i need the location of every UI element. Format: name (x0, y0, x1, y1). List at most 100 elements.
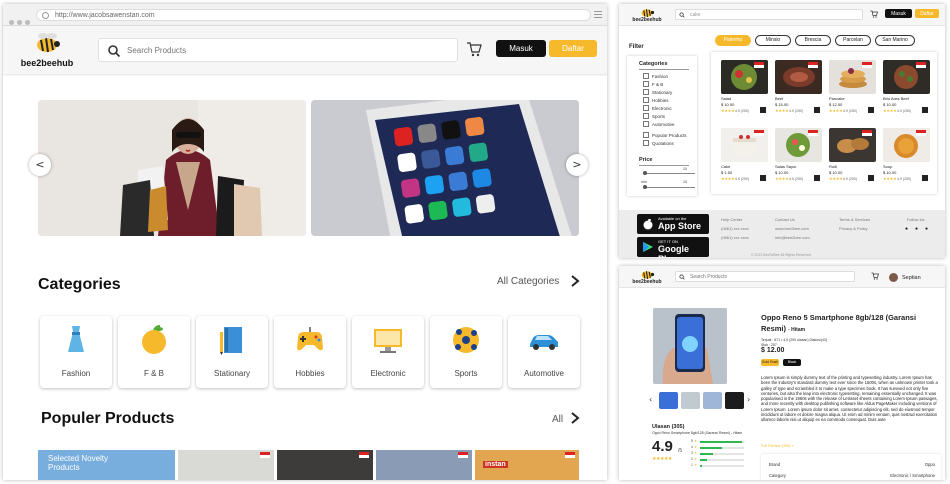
register-button[interactable]: Daftar (915, 9, 939, 18)
rating-bar-track (700, 453, 744, 455)
chevron-right-icon[interactable] (570, 275, 580, 287)
banner-shopping[interactable] (38, 100, 306, 236)
all-categories-link[interactable]: All Categories (497, 276, 559, 287)
logo[interactable]: bee2beehub (627, 268, 667, 287)
price-slider[interactable] (643, 185, 695, 189)
bag-icon[interactable] (814, 175, 820, 181)
banner-smartphone[interactable] (311, 100, 579, 236)
city-chip[interactable]: San Marino (875, 35, 915, 46)
category-card-stationary[interactable]: Stationary (196, 316, 268, 388)
product-card[interactable]: Salas Sayur $ 10.00 ★★★★ 4.9 (250) (775, 128, 822, 190)
category-card-fnb[interactable]: F & B (118, 316, 190, 388)
product-card[interactable]: Rolti $ 10.00 ★★★★ 4.9 (250) (829, 128, 876, 190)
category-checkbox[interactable]: F & B (643, 81, 663, 87)
privacy-link[interactable]: Privacy & Policy (839, 224, 870, 233)
product-card[interactable]: Soup $ 10.00 ★★★★ 4.9 (250) (883, 128, 930, 190)
product-stars: ★★★★ (829, 109, 843, 113)
cart-icon[interactable] (871, 272, 879, 280)
city-chip[interactable]: Brescia (795, 35, 831, 46)
search-bar[interactable] (675, 271, 855, 282)
thumbnail[interactable] (725, 392, 744, 409)
popular-products-checkbox[interactable]: Popular Products (643, 132, 687, 138)
bag-icon[interactable] (760, 175, 766, 181)
carousel-next-button[interactable]: > (566, 154, 588, 176)
terms-link[interactable]: Terms & Services (839, 215, 870, 224)
search-bar[interactable] (675, 9, 863, 20)
app-store-button[interactable]: Available on the App Store (637, 214, 709, 234)
product-tile[interactable] (376, 450, 472, 480)
search-bar[interactable] (98, 38, 458, 62)
product-card[interactable]: Cake $ 1.50 ★★★★ 4.9 (250) (721, 128, 768, 190)
product-tile[interactable] (277, 450, 373, 480)
bag-icon[interactable] (868, 175, 874, 181)
search-input[interactable] (127, 42, 447, 59)
menu-icon[interactable] (594, 11, 602, 18)
price-slider[interactable] (643, 171, 695, 175)
category-card-electronic[interactable]: Electronic (352, 316, 424, 388)
category-checkbox[interactable]: Sports (643, 113, 665, 119)
contact-web[interactable]: www.bee2bee.com (775, 224, 810, 233)
bag-icon[interactable] (922, 175, 928, 181)
contact-title[interactable]: Contact Us (775, 215, 810, 224)
category-card-automotive[interactable]: Automotive (508, 316, 580, 388)
category-checkbox[interactable]: Stationary (643, 89, 672, 95)
carousel-prev-button[interactable]: < (29, 154, 51, 176)
category-card-hobbies[interactable]: Hobbies (274, 316, 346, 388)
search-icon (108, 45, 121, 58)
thumbnail[interactable] (659, 392, 678, 409)
contact-email[interactable]: info@bee2bee.com (775, 233, 810, 242)
twitter-icon[interactable]: ● (915, 226, 918, 232)
login-button[interactable]: Masuk (496, 40, 546, 57)
help-title[interactable]: Help Center (721, 215, 749, 224)
bag-icon[interactable] (814, 107, 820, 113)
city-chip[interactable]: Palermo (715, 35, 751, 46)
thumb-next-icon[interactable]: › (747, 395, 750, 404)
flag-icon (916, 62, 926, 68)
product-price: $ 10.00 (829, 170, 843, 175)
logo[interactable]: bee2beehub (627, 6, 667, 25)
category-card-fashion[interactable]: Fashion (40, 316, 112, 388)
search-input[interactable] (690, 11, 850, 19)
category-card-sports[interactable]: Sports (430, 316, 502, 388)
all-products-link[interactable]: All (552, 414, 563, 425)
thumb-prev-icon[interactable]: ‹ (649, 395, 652, 404)
facebook-icon[interactable]: ● (905, 226, 908, 232)
instagram-icon[interactable]: ● (925, 226, 928, 232)
category-checkbox[interactable]: Hobbies (643, 97, 669, 103)
full-review-link[interactable]: Full Review (305) » (761, 444, 794, 448)
category-checkbox[interactable]: Fashion (643, 73, 668, 79)
logo[interactable]: bee2beehub (17, 32, 77, 72)
bag-icon[interactable] (868, 107, 874, 113)
login-button[interactable]: Masuk (885, 9, 912, 18)
category-checkbox[interactable]: Automotive (643, 121, 675, 127)
color-option-black[interactable]: Black (783, 359, 801, 366)
cart-icon[interactable] (870, 10, 878, 18)
chevron-right-icon[interactable] (570, 412, 580, 424)
address-bar[interactable]: http://www.jacobsawenstan.com (36, 9, 591, 21)
register-button[interactable]: Daftar (549, 40, 597, 57)
search-icon (679, 12, 685, 18)
google-play-button[interactable]: GET IT ON Google Play (637, 237, 709, 258)
bag-icon[interactable] (922, 107, 928, 113)
color-option-gold[interactable]: Gold Rush (761, 359, 779, 366)
thumbnail[interactable] (703, 392, 722, 409)
product-tile[interactable] (178, 450, 274, 480)
quotations-checkbox[interactable]: Quotations (643, 140, 674, 146)
star-icon: ★ (694, 445, 698, 449)
avatar[interactable] (889, 273, 898, 282)
product-card[interactable]: Beef $ 15.00 ★★★★ 4.9 (250) (775, 60, 822, 122)
product-card[interactable]: Salad $ 10.00 ★★★★ 4.9 (250) (721, 60, 768, 122)
category-checkbox[interactable]: Electronic (643, 105, 672, 111)
product-name: Brio Area Beef (883, 96, 909, 101)
thumbnail[interactable] (681, 392, 700, 409)
user-name[interactable]: Septian (902, 275, 921, 281)
cart-icon[interactable] (466, 41, 482, 57)
city-chip[interactable]: Parcelan (835, 35, 871, 46)
product-tile[interactable]: instan (475, 450, 579, 480)
novelty-products-tile[interactable]: Selected Novelty Products (38, 450, 175, 480)
search-input[interactable] (690, 273, 850, 281)
product-card[interactable]: Pancake $ 12.00 ★★★★ 4.9 (250) (829, 60, 876, 122)
product-card[interactable]: Brio Area Beef $ 10.00 ★★★★ 4.9 (250) (883, 60, 930, 122)
bag-icon[interactable] (760, 107, 766, 113)
city-chip[interactable]: Minsio (755, 35, 791, 46)
